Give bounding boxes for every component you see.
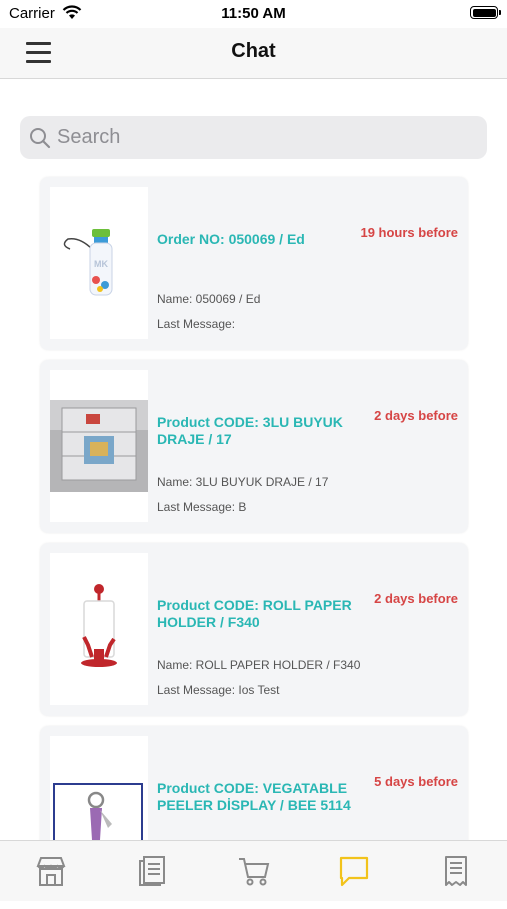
product-thumbnail [50, 370, 148, 522]
search-icon [29, 127, 51, 154]
product-thumbnail: MK [50, 187, 148, 339]
chat-item[interactable]: Product CODE: ROLL PAPER HOLDER / F340 2… [40, 543, 468, 716]
chat-time: 5 days before [374, 774, 458, 789]
product-thumbnail [50, 553, 148, 705]
tab-store[interactable] [33, 855, 69, 891]
status-bar: Carrier 11:50 AM [0, 0, 507, 28]
chat-time: 19 hours before [360, 225, 458, 240]
chat-title: Product CODE: VEGATABLE PEELER DİSPLAY /… [157, 780, 351, 813]
catalog-icon [135, 854, 169, 893]
clock-time: 11:50 AM [221, 5, 286, 22]
tab-cart[interactable] [236, 855, 272, 891]
chat-time: 2 days before [374, 408, 458, 423]
chat-item[interactable]: MK Order NO: 050069 / Ed 19 hours before… [40, 177, 468, 350]
svg-text:MK: MK [94, 259, 108, 269]
chat-icon [337, 854, 371, 893]
tab-chat[interactable] [336, 855, 372, 891]
chat-title: Product CODE: 3LU BUYUK DRAJE / 17 [157, 414, 343, 447]
battery-icon [470, 6, 501, 19]
chat-name: Name: ROLL PAPER HOLDER / F340 [157, 658, 361, 672]
chat-last-message: Last Message: [157, 317, 236, 331]
store-icon [34, 854, 68, 893]
chat-last-message: Last Message: B [157, 500, 247, 514]
tab-catalog[interactable] [134, 855, 170, 891]
chat-time: 2 days before [374, 591, 458, 606]
tab-bar [0, 840, 507, 901]
chat-title: Product CODE: ROLL PAPER HOLDER / F340 [157, 597, 352, 630]
receipt-icon [439, 854, 473, 893]
chat-item[interactable]: Product CODE: 3LU BUYUK DRAJE / 17 2 day… [40, 360, 468, 533]
chat-last-message: Last Message: Ios Test [157, 683, 280, 697]
chat-name: Name: 3LU BUYUK DRAJE / 17 [157, 475, 329, 489]
search-bar[interactable] [20, 116, 487, 159]
chat-name: Name: 050069 / Ed [157, 292, 261, 306]
page-title: Chat [231, 40, 276, 62]
chat-list: MK Order NO: 050069 / Ed 19 hours before… [40, 177, 468, 909]
search-input[interactable] [57, 124, 457, 150]
tab-receipt[interactable] [438, 855, 474, 891]
cart-icon [237, 854, 271, 893]
chat-title: Order NO: 050069 / Ed [157, 231, 305, 247]
navigation-bar: Chat [0, 28, 507, 79]
